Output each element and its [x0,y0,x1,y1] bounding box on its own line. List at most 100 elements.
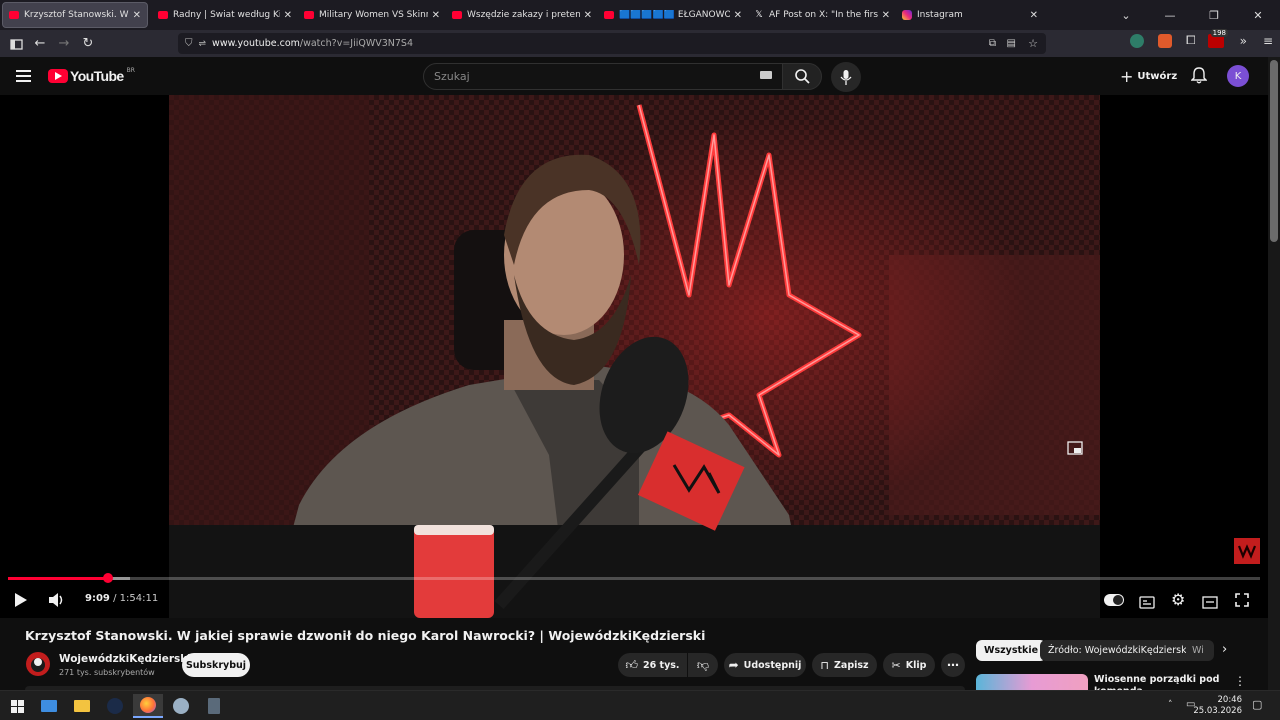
youtube-icon [9,11,19,19]
browser-nav-bar: ← → ↻ ⛉ ⇌ www.youtube.com/watch?v=JiiQWV… [0,28,1280,57]
settings-gear-icon[interactable]: ⚙ [1171,592,1185,608]
close-icon[interactable]: ✕ [133,10,141,21]
overflow-chevrons-icon[interactable]: » [1240,34,1247,48]
close-icon[interactable]: ✕ [284,10,292,21]
create-button[interactable]: + Utwórz [1120,66,1178,86]
channel-watermark[interactable] [1234,538,1260,564]
taskbar-firefox[interactable] [133,694,163,718]
recommended-thumbnail[interactable] [976,674,1088,690]
clip-button[interactable]: ✂ Klip [883,653,935,677]
account-avatar[interactable]: K [1227,65,1249,87]
theater-mode-icon [1202,596,1218,609]
start-button[interactable] [2,694,32,718]
fullscreen-button[interactable] [1235,592,1249,611]
video-frame[interactable] [169,95,1100,618]
close-icon[interactable]: ✕ [1030,10,1038,21]
taskbar-file-explorer[interactable] [67,694,97,718]
puzzle-extensions-icon[interactable]: ⧠ [1186,33,1196,48]
hamburger-menu-icon[interactable]: ≡ [1263,34,1273,48]
autoplay-toggle[interactable] [1104,594,1124,606]
picture-in-picture-icon[interactable]: ⧉ [989,38,996,49]
guide-menu-icon[interactable] [16,68,32,87]
browser-tab-2[interactable]: Military Women VS Skinny Joes ✕ [298,2,446,28]
taskbar-steam[interactable] [100,694,130,718]
tab-title: Military Women VS Skinny Joes [319,10,428,20]
chip-all[interactable]: Wszystkie [976,640,1047,661]
keyboard-icon[interactable] [760,71,772,79]
search-input[interactable]: Szukaj [423,63,783,90]
restore-icon[interactable]: ❐ [1192,9,1236,22]
youtube-icon [604,11,614,19]
privacy-extension-icon[interactable] [1130,33,1144,48]
browser-tab-4[interactable]: 🟦🟦🟦🟦🟦 EŁGANOWO: D ✕ [598,2,748,28]
tab-title: Krzysztof Stanowski. W jakiej sprawie [24,10,129,20]
tab-list-chevron-icon[interactable]: ⌄ [1104,9,1148,22]
taskbar-this-pc[interactable] [34,694,64,718]
browser-tab-1[interactable]: Radny | Świat według Kiepskich ✕ [152,2,298,28]
os-taskbar: ˄ ▭ 20:46 25.03.2026 ▢ [0,690,1280,720]
channel-logo-icon [1237,544,1257,559]
back-icon[interactable]: ← [28,33,52,55]
share-button[interactable]: ➦ Udostępnij [724,653,806,677]
player-controls: 9:09 / 1:54:11 ⚙ [0,570,1268,618]
taskbar-app[interactable] [166,694,196,718]
shield-icon[interactable]: ⛉ [185,38,193,49]
notifications-bell-icon[interactable] [1190,67,1208,88]
tab-title: AF Post on X: "In the first nine m [769,10,878,20]
scrollbar-thumb[interactable] [1270,60,1278,242]
save-button[interactable]: ⊓ Zapisz [812,653,877,677]
close-window-icon[interactable]: ✕ [1236,9,1280,22]
voice-search-button[interactable] [831,62,861,92]
tray-chevron-icon[interactable]: ˄ [1168,700,1173,710]
recommended-title[interactable]: Wiosenne porządki pod komenda [1094,674,1224,690]
site-permissions-icon[interactable]: ⇌ [199,39,207,49]
miniplayer-button[interactable] [1202,594,1218,613]
browser-tab-5[interactable]: 𝕏 AF Post on X: "In the first nine m ✕ [748,2,896,28]
subscribe-button[interactable]: Subskrybuj [182,653,250,677]
video-player[interactable]: 9:09 / 1:54:11 ⚙ [0,95,1268,618]
picture-in-picture-toggle-icon[interactable] [1066,439,1084,457]
taskbar-calculator[interactable] [199,694,229,718]
browser-tab-3[interactable]: Wszędzie zakazy i pretensje! Lu ✕ [446,2,598,28]
progress-bar[interactable] [8,573,1260,583]
scrubber-handle[interactable] [102,573,113,583]
create-label: Utwórz [1137,70,1178,82]
close-icon[interactable]: ✕ [432,10,440,21]
chip-channel-source[interactable]: Źródło: WojewódzkiKędzierski [1040,640,1198,661]
address-bar[interactable]: ⛉ ⇌ www.youtube.com/watch?v=JiiQWV3N7S4 … [178,33,1046,54]
recommended-more-icon[interactable]: ⋮ [1234,674,1246,688]
close-icon[interactable]: ✕ [734,10,742,21]
more-actions-button[interactable]: ⋯ [941,653,965,677]
forward-icon[interactable]: → [52,33,76,55]
browser-tab-6[interactable]: Instagram ✕ [896,2,1044,28]
close-icon[interactable]: ✕ [584,10,592,21]
chevron-right-icon[interactable]: › [1222,642,1227,657]
extensions-area: ⧠ 198 » ≡ [1130,28,1273,48]
close-icon[interactable]: ✕ [882,10,890,21]
reload-icon[interactable]: ↻ [76,33,100,55]
adblock-icon[interactable]: 198 [1207,28,1228,48]
chip-more[interactable]: Wi [1186,640,1214,661]
search-button[interactable] [782,63,822,90]
system-clock[interactable]: 20:46 25.03.2026 [1193,695,1242,717]
like-button[interactable]: 👍︎ 26 tys. [618,653,687,677]
clock-date: 25.03.2026 [1193,706,1242,716]
notifications-icon[interactable]: ▢ [1252,698,1262,711]
extension-icon[interactable] [1158,33,1172,48]
play-button[interactable] [14,592,28,612]
mute-button[interactable] [48,592,66,612]
sidebar-toggle-icon[interactable] [4,33,28,55]
browser-tab-0[interactable]: Krzysztof Stanowski. W jakiej sprawie ✕ [2,2,148,28]
reader-view-icon[interactable]: ▤ [1007,38,1016,49]
url-text[interactable]: www.youtube.com/watch?v=JiiQWV3N7S4 [212,38,413,49]
bookmark-star-icon[interactable]: ☆ [1028,37,1038,50]
channel-name[interactable]: WojewódzkiKędzierski [59,653,191,665]
dislike-button[interactable]: 👎︎ [688,653,718,677]
youtube-logo[interactable]: YouTube BR [48,67,135,84]
minimize-icon[interactable]: — [1148,9,1192,22]
video-title: Krzysztof Stanowski. W jakiej sprawie dz… [25,628,706,643]
channel-avatar[interactable] [26,652,50,676]
subtitles-button[interactable] [1139,594,1155,613]
plus-icon: + [1120,66,1134,86]
youtube-play-logo-icon [48,69,68,83]
